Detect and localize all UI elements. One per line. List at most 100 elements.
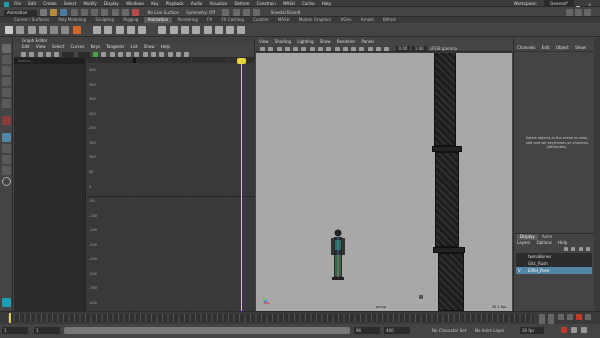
menu-key[interactable]: Key (151, 0, 158, 7)
play-backward-icon[interactable] (566, 314, 573, 320)
range-end-field[interactable]: 96 (354, 327, 380, 334)
unify-tangent-icon[interactable] (142, 51, 148, 57)
anim-layer-field[interactable]: No Anim Layer (475, 327, 504, 334)
undo-icon[interactable] (70, 9, 78, 16)
menu-help[interactable]: Help (322, 0, 331, 7)
ik-handle-icon[interactable] (104, 26, 113, 34)
live-surface-field[interactable]: No Live Surface (148, 10, 179, 15)
scale-tool-icon[interactable] (1, 99, 11, 108)
time-ruler[interactable] (87, 58, 255, 63)
ge-menu-select[interactable]: Select (52, 44, 64, 50)
range-slider[interactable] (64, 327, 350, 334)
toggle-panel-icon[interactable] (584, 9, 591, 16)
vp-menu-view[interactable]: View (259, 38, 269, 45)
shadows-icon[interactable] (351, 46, 357, 51)
retime-icon[interactable] (54, 51, 60, 57)
smooth-shade-icon[interactable] (326, 46, 332, 51)
tangent-spline-icon[interactable] (92, 51, 98, 57)
four-view-icon[interactable] (1, 144, 11, 153)
vp-menu-show[interactable]: Show (320, 38, 331, 45)
next-key-icon[interactable] (585, 314, 592, 320)
cb-menu-show[interactable]: Show (575, 44, 586, 52)
exposure-value-field[interactable]: 1.00 (411, 46, 427, 51)
color-space-field[interactable]: sRGB gamma (430, 46, 457, 51)
layout-icon[interactable] (1, 155, 11, 164)
fps-field[interactable]: 30 fps (520, 327, 544, 334)
menu-select[interactable]: Select (64, 0, 76, 7)
ghost-icon[interactable] (61, 26, 70, 34)
menu-file[interactable]: File (14, 0, 21, 7)
ge-menu-curves[interactable]: Curves (70, 44, 84, 50)
time-slider[interactable] (0, 311, 600, 326)
tangent-flat-icon[interactable] (126, 51, 132, 57)
pole-vector-icon[interactable] (214, 26, 223, 34)
bookmark-icon[interactable] (276, 46, 282, 51)
lasso-tool-icon[interactable] (1, 55, 11, 64)
layer-move-up-icon[interactable] (564, 247, 569, 251)
playblast-icon[interactable] (72, 26, 81, 34)
lights-icon[interactable] (342, 46, 348, 51)
play-forward-icon[interactable] (576, 314, 583, 320)
le-menu-layers[interactable]: Layers (517, 240, 530, 246)
snap-curve-icon[interactable] (111, 9, 119, 16)
login-field[interactable]: Sheetal Brandt (271, 10, 301, 15)
menu-modify[interactable]: Modify (84, 0, 97, 7)
menu-edit[interactable]: Edit (28, 0, 36, 7)
image-plane-icon[interactable] (284, 46, 290, 51)
playback-options-icon[interactable] (571, 327, 577, 333)
paint-select-icon[interactable] (1, 66, 11, 75)
menu-constrain[interactable]: Constrain (257, 0, 276, 7)
menu-display[interactable]: Display (104, 0, 119, 7)
normalize-icon[interactable] (159, 51, 165, 57)
ge-menu-help[interactable]: Help (161, 44, 170, 50)
resolution-gate-icon[interactable] (309, 46, 315, 51)
vp-menu-panels[interactable]: Panels (361, 38, 374, 45)
constraint-icon[interactable] (158, 26, 167, 34)
gamma-value-field[interactable]: 0.00 (395, 46, 411, 51)
mode-selector[interactable]: Animation (4, 9, 38, 16)
point-constraint-icon[interactable] (169, 26, 178, 34)
tangent-linear-icon[interactable] (101, 51, 107, 57)
snap-point-icon[interactable] (121, 9, 129, 16)
start-frame-field[interactable]: 1 (2, 327, 28, 334)
vp-menu-lighting[interactable]: Lighting (297, 38, 313, 45)
workspace-value[interactable]: General* (544, 0, 574, 7)
menu-visualize[interactable]: Visualize (210, 0, 228, 7)
isolate-icon[interactable] (367, 46, 373, 51)
xray-icon[interactable] (375, 46, 381, 51)
single-view-icon[interactable] (1, 133, 11, 142)
render-icon[interactable] (222, 9, 230, 16)
range-start-field[interactable]: 1 (34, 327, 60, 334)
tangent-stepped-icon[interactable] (117, 51, 123, 57)
motion-trail-icon[interactable] (50, 26, 59, 34)
layer-row[interactable]: twinaBones (516, 253, 592, 260)
lock-icon[interactable] (226, 26, 235, 34)
snap-grid-icon[interactable] (101, 9, 109, 16)
orient-constraint-icon[interactable] (180, 26, 189, 34)
render-settings-icon[interactable] (243, 9, 250, 16)
mel-icon[interactable] (2, 298, 11, 307)
tower-model[interactable] (430, 53, 470, 311)
auto-key-icon[interactable] (561, 327, 567, 333)
graph-area[interactable]: 400 350 300 250 200 150 100 50 0 -50 -100 -150 -200 -… (87, 58, 255, 311)
break-tangent-icon[interactable] (134, 51, 140, 57)
menu-playback[interactable]: Playback (166, 0, 184, 7)
new-layer-selected-icon[interactable] (586, 247, 590, 251)
ge-menu-show[interactable]: Show (144, 44, 155, 50)
redo-icon[interactable] (80, 9, 88, 16)
film-gate-icon[interactable] (301, 46, 307, 51)
key-translate-icon[interactable] (16, 26, 25, 34)
character-set-field[interactable]: No Character Set (432, 327, 466, 334)
stats-field-icon[interactable] (62, 51, 75, 57)
menu-audio[interactable]: Audio (191, 0, 202, 7)
insert-key-icon[interactable] (29, 51, 35, 57)
outliner-icon[interactable] (1, 166, 11, 175)
cb-menu-object[interactable]: Object (556, 44, 569, 52)
ge-menu-edit[interactable]: Edit (22, 44, 30, 50)
ge-menu-keys[interactable]: Keys (91, 44, 100, 50)
lattice-icon[interactable] (138, 26, 147, 34)
search-tool-icon[interactable] (1, 177, 11, 186)
aim-constraint-icon[interactable] (203, 26, 212, 34)
toggle-panel-icon[interactable] (575, 9, 582, 16)
ge-menu-list[interactable]: List (130, 44, 137, 50)
